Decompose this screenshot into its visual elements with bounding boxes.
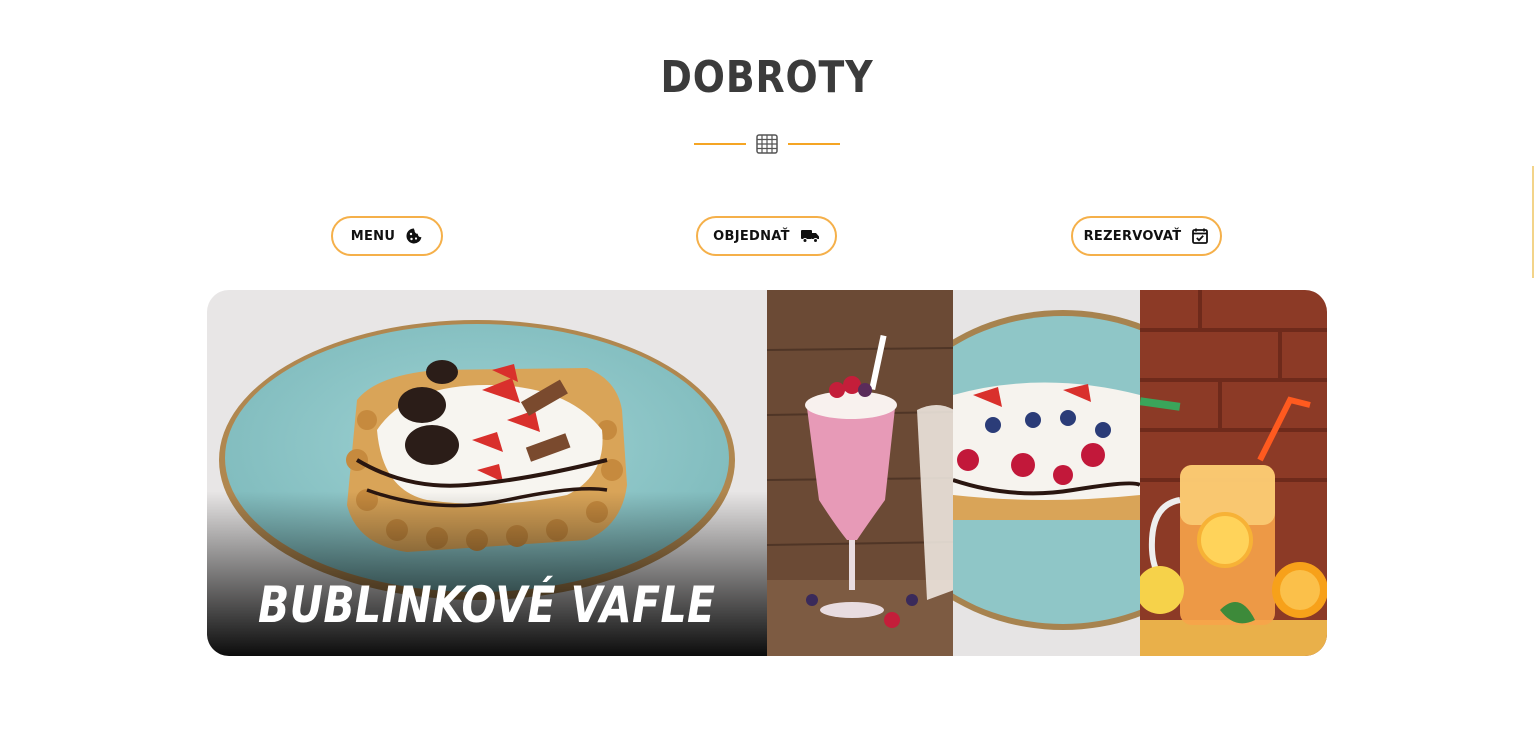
cookie-icon: [406, 228, 422, 244]
section-title: DOBROTY: [660, 52, 874, 103]
gallery-panel-lemonade[interactable]: [1140, 290, 1327, 656]
berry-waffle-image: [953, 290, 1141, 656]
gallery-caption: BUBLINKOVÉ VAFLE: [258, 576, 716, 634]
title-divider: [694, 132, 840, 156]
menu-button-label: MENU: [350, 228, 396, 244]
order-button-label: OBJEDNAŤ: [713, 228, 790, 244]
gallery-panel-berry-waffle[interactable]: [953, 290, 1141, 656]
lemonade-image: [1140, 290, 1327, 656]
reserve-button-label: REZERVOVAŤ: [1083, 228, 1182, 244]
reserve-button[interactable]: REZERVOVAŤ: [1071, 216, 1222, 256]
food-gallery: BUBLINKOVÉ VAFLE: [207, 290, 1327, 656]
milkshake-image: [766, 290, 954, 656]
waffle-icon: [756, 134, 778, 154]
divider-line-left: [694, 143, 746, 145]
order-button[interactable]: OBJEDNAŤ: [696, 216, 837, 256]
gallery-panel-milkshake[interactable]: [766, 290, 954, 656]
delivery-truck-icon: [800, 230, 819, 243]
divider-line-right: [788, 143, 840, 145]
menu-button[interactable]: MENU: [331, 216, 443, 256]
calendar-check-icon: [1192, 228, 1209, 244]
gallery-panel-waffle[interactable]: BUBLINKOVÉ VAFLE: [207, 290, 767, 656]
